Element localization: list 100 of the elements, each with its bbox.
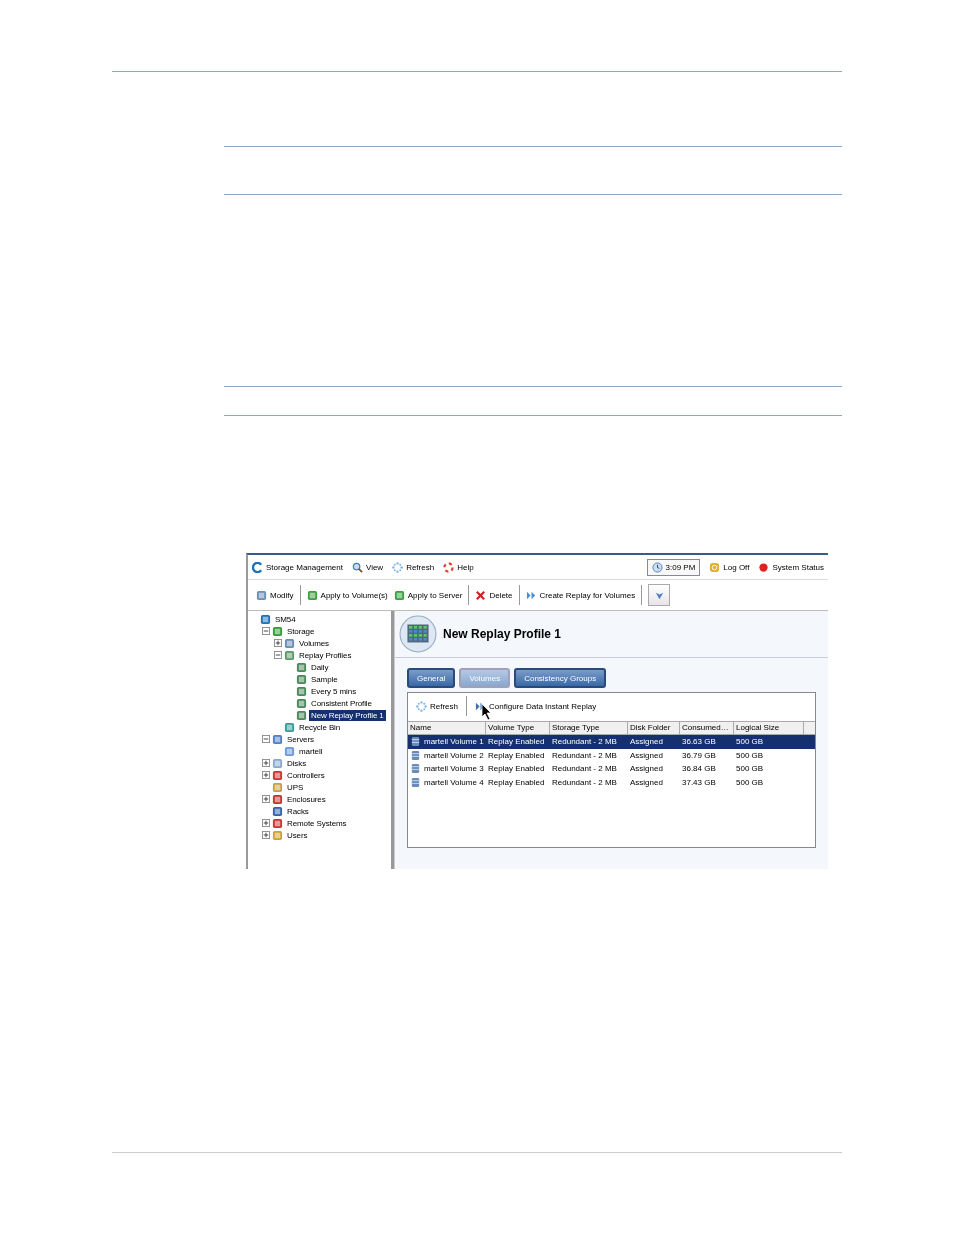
node-icon xyxy=(272,625,283,637)
log-off-button[interactable]: Log Off xyxy=(709,561,750,573)
column-header[interactable]: Logical Size xyxy=(734,722,804,734)
table-row[interactable]: martell Volume 4 Replay Enabled Redundant - 2 MB Assigned 37.43 GB 500 GB xyxy=(408,775,815,789)
database-icon xyxy=(410,776,421,788)
table-cell: Redundant - 2 MB xyxy=(552,777,617,787)
table-cell: 37.43 GB xyxy=(682,777,716,787)
tree-item[interactable]: Volumes xyxy=(297,637,331,649)
tree-item[interactable]: Storage xyxy=(285,625,317,637)
table-cell: 500 GB xyxy=(736,750,764,760)
expander-icon[interactable] xyxy=(262,831,270,839)
tree-item[interactable]: martell xyxy=(297,745,325,757)
tab[interactable]: Consistency Groups xyxy=(514,668,607,688)
tab[interactable]: General xyxy=(407,668,456,688)
table-row[interactable]: martell Volume 1 Replay Enabled Redundant - 2 MB Assigned 36.63 GB 500 GB xyxy=(408,735,815,749)
toolbar-button[interactable]: Create Replay for Volumes xyxy=(525,589,636,601)
tree-item[interactable]: Racks xyxy=(285,805,311,817)
menu-button[interactable]: Help xyxy=(443,561,474,573)
node-icon xyxy=(284,721,295,733)
table-cell: Replay Enabled xyxy=(488,777,545,787)
node-icon xyxy=(284,637,295,649)
search-icon xyxy=(351,561,363,573)
table-cell: Assigned xyxy=(630,777,663,787)
tree-item[interactable]: Servers xyxy=(285,733,316,745)
tree-item[interactable]: Enclosures xyxy=(285,793,328,805)
dropdown-button[interactable] xyxy=(648,584,671,606)
node-icon xyxy=(296,697,307,709)
expander-icon[interactable] xyxy=(262,795,270,803)
tree-item[interactable]: Controllers xyxy=(285,769,327,781)
node-icon xyxy=(272,793,283,805)
action-button[interactable]: Refresh xyxy=(416,700,458,712)
column-header[interactable]: Storage Type xyxy=(550,722,628,734)
table-cell: Assigned xyxy=(630,737,663,747)
database-icon xyxy=(410,736,421,748)
table-cell: Assigned xyxy=(630,764,663,774)
expander-icon[interactable] xyxy=(262,735,270,743)
tree-item[interactable]: SM54 xyxy=(273,613,298,625)
table-cell: Redundant - 2 MB xyxy=(552,737,617,747)
node-icon xyxy=(272,781,283,793)
node-icon xyxy=(272,805,283,817)
table-cell: martell Volume 4 xyxy=(424,777,484,787)
menu-button[interactable]: Storage Management xyxy=(252,561,343,573)
column-header[interactable]: Name xyxy=(408,722,486,734)
table-cell: martell Volume 2 xyxy=(424,750,484,760)
toolbar-button[interactable]: Apply to Server xyxy=(393,589,463,601)
toolbar-button[interactable]: Modify xyxy=(256,589,294,601)
table-cell: 36.84 GB xyxy=(682,764,716,774)
table-cell: 500 GB xyxy=(736,737,764,747)
status-dot-icon xyxy=(758,561,770,573)
column-header[interactable]: Volume Type xyxy=(486,722,550,734)
expander-icon[interactable] xyxy=(262,771,270,779)
expander-icon[interactable] xyxy=(274,639,282,647)
node-icon xyxy=(272,757,283,769)
expander-icon[interactable] xyxy=(262,627,270,635)
table-cell: Replay Enabled xyxy=(488,764,545,774)
profile-title: New Replay Profile 1 xyxy=(443,627,562,641)
system-status-button[interactable]: System Status xyxy=(758,561,824,573)
expander-icon[interactable] xyxy=(274,651,282,659)
table-cell: martell Volume 1 xyxy=(424,737,484,747)
table-cell: Redundant - 2 MB xyxy=(552,750,617,760)
tree-item[interactable]: Every 5 mins xyxy=(309,685,359,697)
tree-item[interactable]: Replay Profiles xyxy=(297,649,354,661)
table-cell: Replay Enabled xyxy=(488,737,545,747)
tree-item[interactable]: UPS xyxy=(285,781,306,793)
node-icon xyxy=(296,661,307,673)
node-icon xyxy=(296,685,307,697)
grid-icon xyxy=(399,615,437,653)
expander-icon[interactable] xyxy=(262,759,270,767)
tree-item[interactable]: New Replay Profile 1 xyxy=(309,709,386,721)
table-cell: Assigned xyxy=(630,750,663,760)
node-icon xyxy=(284,649,295,661)
menu-button[interactable]: Refresh xyxy=(392,561,435,573)
tree-item[interactable]: Recycle Bin xyxy=(297,721,343,733)
tree-item[interactable]: Users xyxy=(285,829,310,841)
column-header[interactable]: Disk Folder xyxy=(628,722,680,734)
node-icon xyxy=(272,817,283,829)
table-cell: 36.79 GB xyxy=(682,750,716,760)
table-cell: 36.63 GB xyxy=(682,737,716,747)
refresh-icon xyxy=(392,561,404,573)
close-icon xyxy=(475,589,487,601)
column-header[interactable]: Consumed… xyxy=(680,722,734,734)
toolbar-button[interactable]: Delete xyxy=(475,589,513,601)
tree-item[interactable]: Remote Systems xyxy=(285,817,349,829)
tree-item[interactable]: Consistent Profile xyxy=(309,697,374,709)
logo-icon xyxy=(252,561,263,573)
menu-button[interactable]: View xyxy=(351,561,384,573)
node-icon xyxy=(272,733,283,745)
clock-button[interactable]: 3:09 PM xyxy=(646,558,701,576)
table-cell: 500 GB xyxy=(736,764,764,774)
table-row[interactable]: martell Volume 3 Replay Enabled Redundant - 2 MB Assigned 36.84 GB 500 GB xyxy=(408,762,815,776)
node-icon xyxy=(272,769,283,781)
tree-item[interactable]: Sample xyxy=(309,673,340,685)
table-cell: 500 GB xyxy=(736,777,764,787)
tree-item[interactable]: Disks xyxy=(285,757,309,769)
node-icon xyxy=(272,829,283,841)
toolbar-button[interactable]: Apply to Volume(s) xyxy=(306,589,388,601)
expander-icon[interactable] xyxy=(262,819,270,827)
table-row[interactable]: martell Volume 2 Replay Enabled Redundant - 2 MB Assigned 36.79 GB 500 GB xyxy=(408,748,815,762)
tree-item[interactable]: Daily xyxy=(309,661,331,673)
table-cell: martell Volume 3 xyxy=(424,764,484,774)
